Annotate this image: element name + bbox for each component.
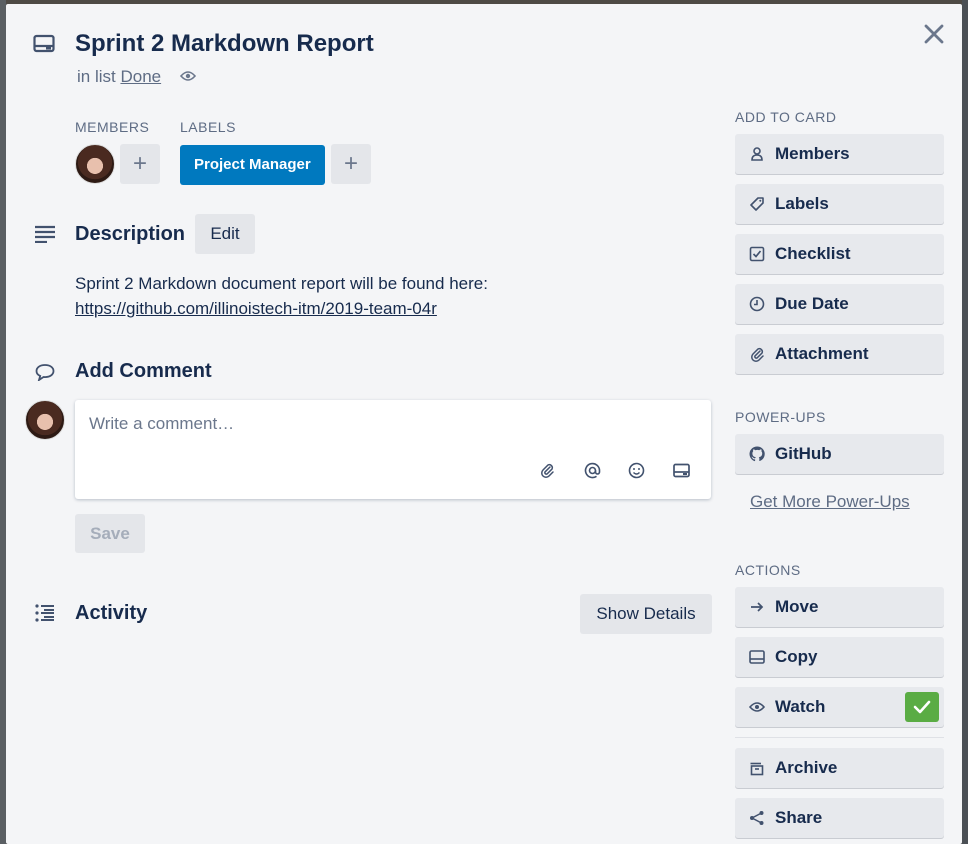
- share-button[interactable]: Share: [735, 798, 944, 838]
- labels-button[interactable]: Labels: [735, 184, 944, 224]
- checklist-button-label: Checklist: [775, 244, 851, 263]
- save-comment-button[interactable]: Save: [75, 514, 145, 553]
- card-icon: [749, 649, 765, 665]
- description-body: Sprint 2 Markdown document report will b…: [75, 271, 488, 321]
- checklist-button[interactable]: Checklist: [735, 234, 944, 274]
- check-icon: [913, 700, 931, 714]
- add-to-card-heading: ADD TO CARD: [735, 109, 837, 125]
- label-project-manager[interactable]: Project Manager: [180, 145, 325, 185]
- move-button[interactable]: Move: [735, 587, 944, 627]
- members-button[interactable]: Members: [735, 134, 944, 174]
- actions-divider: [735, 737, 944, 738]
- attachment-icon[interactable]: [539, 462, 555, 478]
- github-icon: [749, 446, 765, 462]
- move-button-label: Move: [775, 597, 819, 616]
- card-icon[interactable]: [673, 463, 690, 478]
- eye-icon: [749, 699, 765, 715]
- github-button[interactable]: GitHub: [735, 434, 944, 474]
- share-button-label: Share: [775, 808, 823, 827]
- add-comment-heading: Add Comment: [75, 360, 212, 382]
- watch-checked-badge: [905, 692, 939, 722]
- power-ups-heading: POWER-UPS: [735, 409, 826, 425]
- arrow-right-icon: [749, 599, 765, 615]
- attachment-button-label: Attachment: [775, 344, 869, 363]
- copy-button[interactable]: Copy: [735, 637, 944, 677]
- share-icon: [749, 810, 765, 826]
- card-icon: [33, 34, 55, 54]
- archive-button-label: Archive: [775, 758, 838, 777]
- members-heading: MEMBERS: [75, 119, 150, 135]
- description-icon: [34, 225, 56, 243]
- edit-description-button[interactable]: Edit: [195, 214, 255, 254]
- person-icon: [749, 146, 765, 162]
- list-info: in list Done: [77, 67, 161, 87]
- mention-icon[interactable]: [584, 462, 601, 479]
- archive-icon: [749, 760, 765, 776]
- close-icon[interactable]: [920, 20, 948, 48]
- current-user-avatar: [25, 400, 65, 440]
- tag-icon: [749, 196, 765, 212]
- activity-heading: Activity: [75, 602, 148, 624]
- labels-heading: LABELS: [180, 119, 236, 135]
- members-button-label: Members: [775, 144, 850, 163]
- github-button-label: GitHub: [775, 444, 832, 463]
- activity-icon: [35, 604, 55, 622]
- show-details-button[interactable]: Show Details: [580, 594, 712, 634]
- description-link[interactable]: https://github.com/illinoistech-itm/2019…: [75, 299, 437, 318]
- add-label-button[interactable]: +: [331, 144, 371, 184]
- description-heading: Description: [75, 223, 186, 245]
- member-avatar[interactable]: [75, 144, 115, 184]
- comment-input[interactable]: Write a comment…: [75, 400, 711, 499]
- card-detail-modal: Sprint 2 Markdown Report in list Done ME…: [6, 4, 962, 844]
- comment-placeholder: Write a comment…: [89, 414, 235, 433]
- comment-icon: [35, 363, 55, 381]
- clock-icon: [749, 296, 765, 312]
- due-date-button-label: Due Date: [775, 294, 849, 313]
- add-member-button[interactable]: +: [120, 144, 160, 184]
- actions-heading: ACTIONS: [735, 562, 801, 578]
- labels-button-label: Labels: [775, 194, 829, 213]
- card-title[interactable]: Sprint 2 Markdown Report: [75, 30, 374, 58]
- paperclip-icon: [749, 346, 765, 362]
- in-list-prefix: in list: [77, 67, 116, 86]
- archive-button[interactable]: Archive: [735, 748, 944, 788]
- due-date-button[interactable]: Due Date: [735, 284, 944, 324]
- list-link[interactable]: Done: [120, 67, 161, 86]
- attachment-button[interactable]: Attachment: [735, 334, 944, 374]
- copy-button-label: Copy: [775, 647, 818, 666]
- emoji-icon[interactable]: [628, 462, 645, 479]
- description-text: Sprint 2 Markdown document report will b…: [75, 274, 488, 293]
- board-background-right: [962, 0, 968, 844]
- watch-eye-icon: [180, 70, 196, 82]
- watch-button[interactable]: Watch: [735, 687, 944, 727]
- watch-button-label: Watch: [775, 697, 826, 716]
- get-more-power-ups-link[interactable]: Get More Power-Ups: [750, 492, 910, 512]
- checkbox-icon: [749, 246, 765, 262]
